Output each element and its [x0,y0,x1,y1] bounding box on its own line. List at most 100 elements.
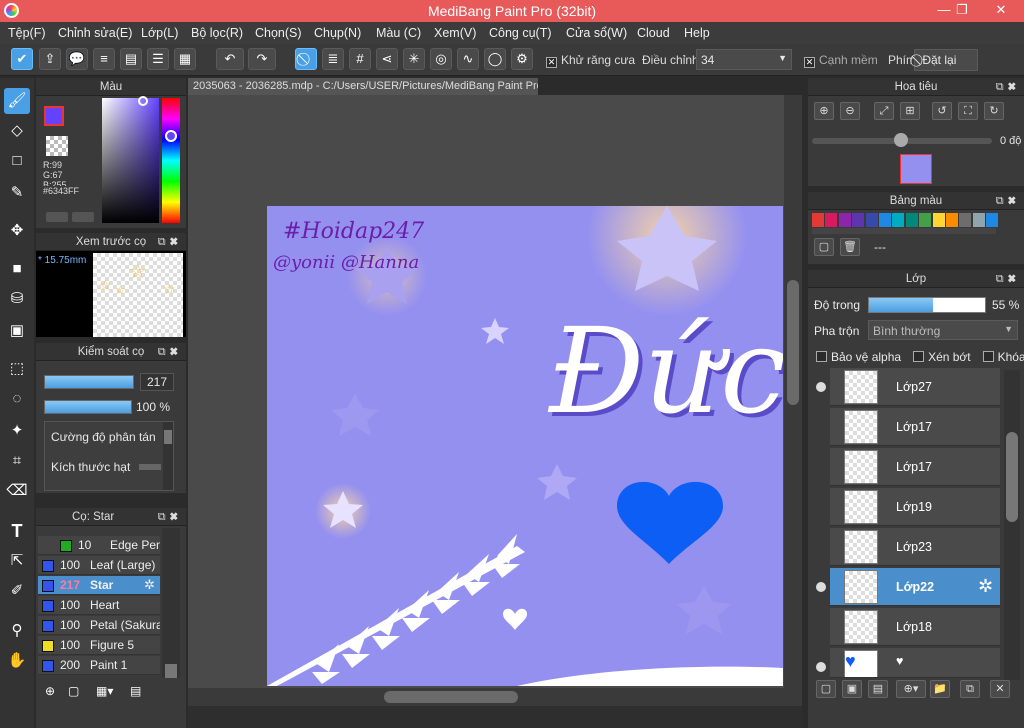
reset-button[interactable]: ⃠ Đặt lại [914,49,978,71]
hue-slider[interactable] [162,98,180,223]
palette-swatch[interactable] [825,213,838,227]
scroll-thumb[interactable] [164,430,172,444]
layer-row-heart[interactable]: ♥ ♥ [830,648,1000,678]
antialias-toggle[interactable]: ✕ Khử răng cưa [546,53,635,68]
hue-cursor[interactable] [165,130,177,142]
gear-icon[interactable]: ✲ [144,577,155,593]
curve-snap-icon[interactable]: ∿ [457,48,479,70]
palette-swatch[interactable] [932,213,945,227]
palette-scrollbar[interactable] [812,228,996,234]
actual-size-icon[interactable]: ⊞ [900,102,920,120]
comment-icon[interactable]: 💬 [66,48,88,70]
brush-menu-icon[interactable]: ▦▾ [96,684,122,702]
document-tab[interactable]: 2035063 - 2036285.mdp - C:/Users/USER/Pi… [188,78,538,95]
eye-icon[interactable] [816,382,826,392]
lasso-tool-icon[interactable]: ◌ [4,386,30,412]
folder-icon[interactable]: 📁 [930,680,950,698]
undo-icon[interactable]: ↶ [216,48,244,70]
eraser-tool-icon[interactable]: ◇ [4,118,30,144]
gear-icon[interactable]: ✲ [978,576,993,597]
layer-scrollbar[interactable] [1004,370,1020,680]
sv-cursor[interactable] [138,96,148,106]
share-icon[interactable]: ⇪ [39,48,61,70]
new-layer-icon[interactable]: ▢ [816,680,836,698]
menu-filter[interactable]: Bộ lọc(R) [191,26,243,40]
brush-tool-icon[interactable]: 🖌 [4,88,30,114]
brush-item-edge-pen[interactable]: 10 Edge Pen [38,536,160,555]
perspective-snap-icon[interactable]: ⋖ [376,48,398,70]
duplicate-layer-icon[interactable]: ⧉ [960,680,980,698]
restore-button[interactable]: ❐ [948,0,976,20]
close-button[interactable]: ✕ [986,0,1016,20]
new-halftone-layer-icon[interactable]: ▣ [842,680,862,698]
brush-size-slider[interactable] [44,375,134,389]
scroll-thumb[interactable] [1006,432,1018,522]
canvas-vscrollbar[interactable] [784,95,802,688]
palette-swatch[interactable] [905,213,918,227]
layer-add-menu-icon[interactable]: ⊕▾ [896,680,926,698]
layer-row-lop18[interactable]: Lớp18 [830,608,1000,646]
rotation-handle[interactable] [894,133,908,147]
palette-swatch[interactable] [812,213,824,227]
layer-row-lop17b[interactable]: Lớp17 [830,448,1000,486]
eye-icon[interactable] [816,582,826,592]
fill-rect-tool-icon[interactable]: ■ [4,256,30,282]
brush-opacity-slider[interactable] [44,400,132,414]
select-eraser-tool-icon[interactable]: ⌫ [4,478,30,504]
cloud-save-icon[interactable]: ✔ [11,48,33,70]
fit-icon[interactable]: ⤢ [874,102,894,120]
scroll-thumb[interactable] [165,664,177,678]
layer-row-lop22[interactable]: Lớp22 ✲ [830,568,1000,606]
circle-snap-icon[interactable]: ◎ [430,48,452,70]
brush-size-field[interactable]: 217 [140,373,174,391]
menu-tools[interactable]: Công cụ(T) [489,26,552,40]
panel-close-icon[interactable]: ⧉✖ [158,343,182,361]
brush-item-paint1[interactable]: 200 Paint 1 [38,656,160,675]
protect-alpha-checkbox[interactable] [816,351,827,362]
palette-swatch[interactable] [838,213,851,227]
color-sv-picker[interactable] [102,98,159,223]
antialias-checkbox[interactable]: ✕ [546,57,557,68]
panel-close-icon[interactable]: ⧉✖ [996,192,1020,210]
new-1bit-layer-icon[interactable]: ▤ [868,680,888,698]
move-tool-icon[interactable]: ✥ [4,218,30,244]
primary-color-swatch[interactable] [44,106,64,126]
layer-opacity-slider[interactable] [868,297,986,313]
color-picker-button[interactable] [72,212,94,222]
menu-window[interactable]: Cửa sổ(W) [566,26,627,40]
select-pen-tool-icon[interactable]: ⌗ [4,448,30,474]
layer-row-lop17[interactable]: Lớp17 [830,408,1000,446]
soft-edge-checkbox[interactable]: ✕ [804,57,815,68]
gradient-tool-icon[interactable]: ▣ [4,318,30,344]
select-tool-icon[interactable]: ⬚ [4,356,30,382]
menu-help[interactable]: Help [684,26,710,40]
layer-row-lop19[interactable]: Lớp19 [830,488,1000,526]
palette-swatch[interactable] [986,213,999,227]
magic-wand-tool-icon[interactable]: ✦ [4,418,30,444]
menu-view[interactable]: Xem(V) [434,26,476,40]
rotate-right-icon[interactable]: ↻ [984,102,1004,120]
divide-tool-icon[interactable]: ✐ [4,578,30,604]
menu-color[interactable]: Màu (C) [376,26,421,40]
new-palette-icon[interactable]: ▢ [814,238,834,256]
menu-edit[interactable]: Chỉnh sửa(E) [58,26,132,40]
menu-select[interactable]: Chọn(S) [255,26,302,40]
panel-close-icon[interactable]: ⧉✖ [158,233,182,251]
menu-file[interactable]: Tệp(F) [8,26,46,40]
scroll-thumb[interactable] [787,280,799,405]
lock-checkbox[interactable] [982,351,994,362]
panel-close-icon[interactable]: ⧉✖ [996,78,1020,96]
dot-tool-icon[interactable]: □ [4,148,30,174]
list-icon[interactable]: ☰ [147,48,169,70]
panel-close-icon[interactable]: ⧉✖ [158,508,182,526]
bucket-tool-icon[interactable]: ⛁ [4,286,30,312]
panel-close-icon[interactable]: ⧉✖ [996,270,1020,288]
delete-palette-icon[interactable]: 🗑 [840,238,860,256]
brush-item-star[interactable]: 217 Star ✲ [38,576,160,595]
particle-slider[interactable] [139,464,161,470]
brush-item-leaf[interactable]: 100 Leaf (Large) [38,556,160,575]
menu-capture[interactable]: Chụp(N) [314,26,361,40]
snap-settings-icon[interactable]: ⚙ [511,48,533,70]
palette-swatch[interactable] [972,213,985,227]
hand-tool-icon[interactable]: ✋ [4,648,30,674]
